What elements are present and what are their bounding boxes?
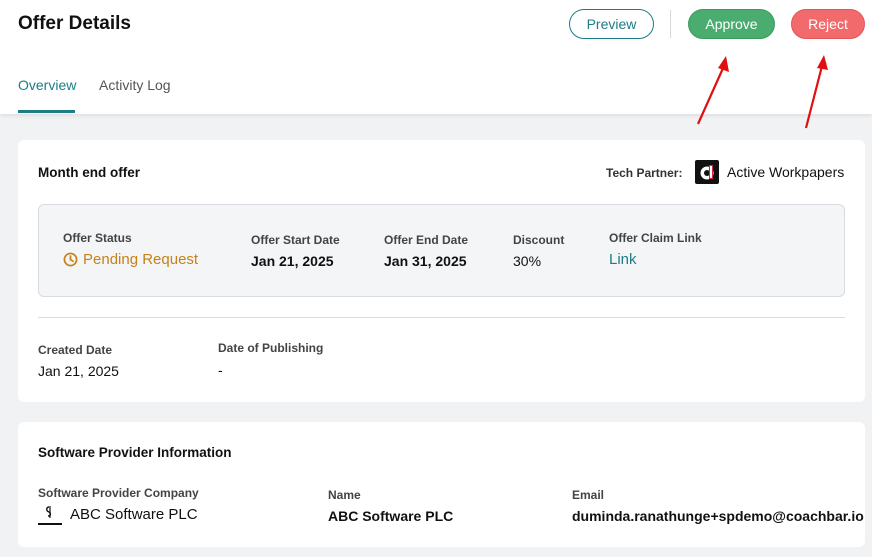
offer-end-date-value: Jan 31, 2025 [384, 253, 467, 269]
offer-card: Month end offer Tech Partner: Active Wor… [18, 140, 865, 402]
approve-button[interactable]: Approve [688, 9, 775, 39]
abc-software-logo [38, 504, 62, 526]
provider-email-label: Email [572, 488, 605, 502]
discount-value: 30% [513, 253, 542, 269]
provider-name-label: Name [328, 488, 361, 502]
clock-icon [63, 252, 78, 267]
tech-partner-label: Tech Partner: [606, 166, 683, 180]
offer-status-value: Pending Request [63, 251, 198, 268]
offer-status-label: Offer Status [63, 231, 132, 245]
provider-section-title: Software Provider Information [38, 445, 232, 460]
offer-start-date-value: Jan 21, 2025 [251, 253, 334, 269]
offer-start-date-label: Offer Start Date [251, 233, 340, 247]
page-header: Offer Details Preview Approve Reject Ove… [0, 0, 872, 114]
active-workpapers-logo [695, 160, 719, 184]
publishing-date-label: Date of Publishing [218, 341, 324, 355]
created-date-label: Created Date [38, 343, 113, 357]
offer-summary-panel: Offer Status Pending Request Offer Start… [38, 204, 845, 297]
page-title: Offer Details [18, 13, 131, 34]
offer-claim-link-label: Offer Claim Link [609, 231, 702, 245]
provider-company-label: Software Provider Company [38, 486, 199, 500]
section-divider [38, 317, 845, 318]
tab-activity-log[interactable]: Activity Log [99, 77, 171, 93]
active-tab-indicator [18, 110, 75, 113]
provider-company-value: ABC Software PLC [70, 506, 198, 523]
tech-partner-name: Active Workpapers [727, 164, 845, 180]
offer-claim-link[interactable]: Link [609, 251, 637, 268]
reject-button[interactable]: Reject [791, 9, 865, 39]
offer-end-date-label: Offer End Date [384, 233, 469, 247]
button-divider [670, 10, 671, 38]
software-provider-card: Software Provider Information Software P… [18, 422, 865, 547]
offer-name: Month end offer [38, 165, 140, 180]
provider-email-value: duminda.ranathunge+spdemo@coachbar.io [572, 508, 864, 524]
provider-name-value: ABC Software PLC [328, 508, 454, 524]
discount-label: Discount [513, 233, 565, 247]
created-date-value: Jan 21, 2025 [38, 363, 119, 379]
offer-status-text: Pending Request [83, 251, 199, 268]
tab-overview[interactable]: Overview [18, 77, 76, 93]
preview-button[interactable]: Preview [569, 9, 654, 39]
publishing-date-value: - [218, 362, 223, 378]
